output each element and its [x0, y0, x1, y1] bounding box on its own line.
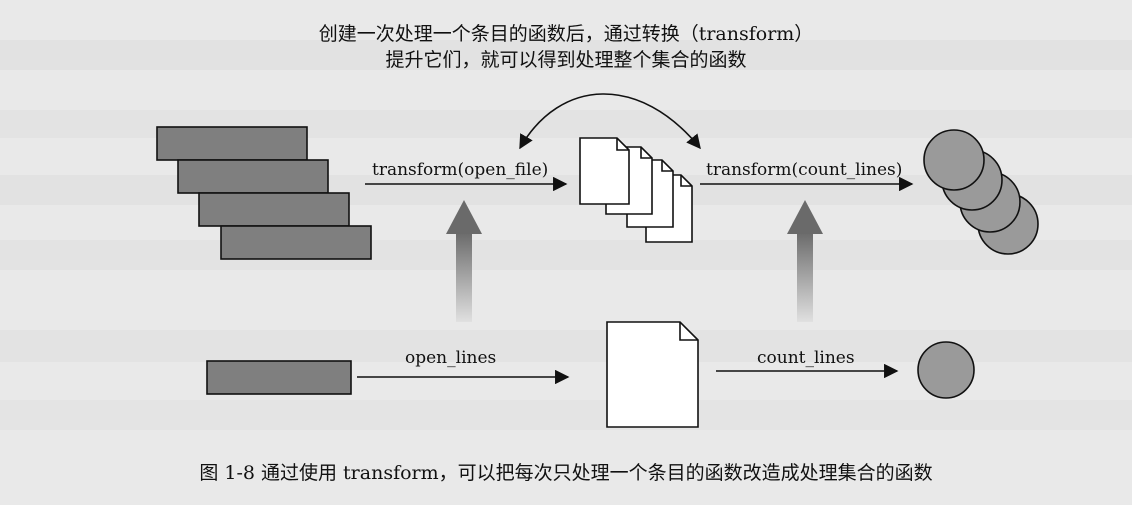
- figure-caption: 图 1-8 通过使用 transform，可以把每次只处理一个条目的函数改造成处…: [199, 462, 933, 484]
- lift-arrow-count-lines: [787, 200, 823, 322]
- label-open-lines: open_lines: [405, 348, 497, 368]
- single-count-circle: [917, 341, 975, 399]
- collection-circles: [923, 129, 1039, 255]
- count-circle-1: [923, 129, 985, 191]
- collection-box-4: [220, 225, 372, 260]
- lift-arrow-open-file: [446, 200, 482, 322]
- collection-documents: [579, 137, 693, 243]
- single-box: [206, 360, 352, 395]
- collection-box-2: [177, 159, 329, 194]
- collection-box-1: [156, 126, 308, 161]
- single-document: [606, 321, 699, 428]
- collection-boxes: [156, 126, 372, 260]
- label-transform-count-lines: transform(count_lines): [706, 160, 903, 180]
- label-count-lines: count_lines: [757, 348, 855, 368]
- diagram: [156, 93, 1039, 428]
- figure-stage: 创建一次处理一个条目的函数后，通过转换（transform） 提升它们，就可以得…: [0, 0, 1132, 505]
- document-1: [579, 137, 630, 205]
- label-transform-open-file: transform(open_file): [372, 160, 549, 180]
- collection-box-3: [198, 192, 350, 227]
